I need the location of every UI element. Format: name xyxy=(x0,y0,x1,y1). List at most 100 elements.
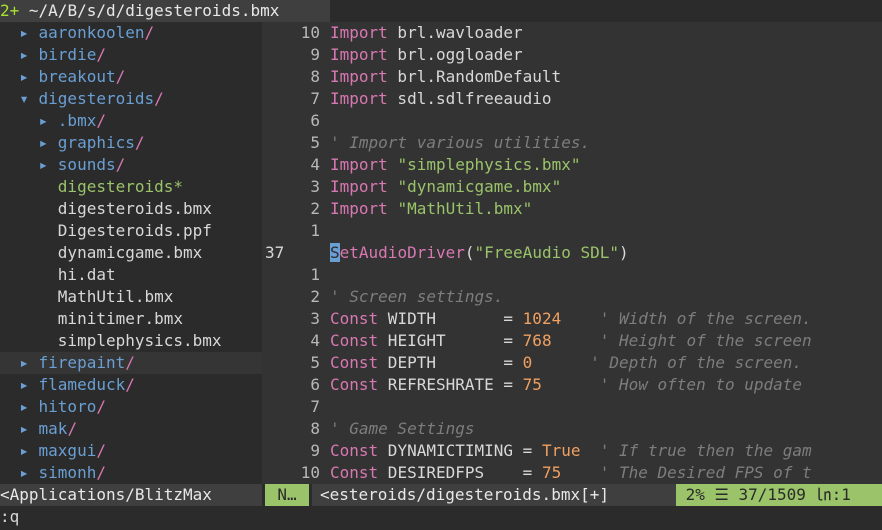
tree-item-name: dynamicgame.bmx xyxy=(57,243,203,262)
expanded-arrow-icon[interactable]: ▾ xyxy=(19,89,38,108)
code-token: 75 xyxy=(541,463,562,482)
mode-indicator: N… xyxy=(265,484,309,506)
tree-file-item[interactable]: simplephysics.bmx xyxy=(0,330,262,352)
code-line[interactable]: 6 Const REFRESHRATE = 75 ' How often to u… xyxy=(262,374,882,396)
code-line[interactable]: 7 xyxy=(262,396,882,418)
line-number: 10 xyxy=(300,463,320,482)
status-filename: <esteroids/digesteroids.bmx[+] xyxy=(312,484,680,506)
line-number: 9 xyxy=(310,45,320,64)
code-line[interactable]: 37 SetAudioDriver("FreeAudio SDL") xyxy=(262,242,882,264)
collapsed-arrow-icon[interactable]: ▸ xyxy=(19,45,38,64)
file-tree[interactable]: ▸ aaronkoolen/ ▸ birdie/ ▸ breakout/ ▾ d… xyxy=(0,22,262,484)
collapsed-arrow-icon[interactable]: ▸ xyxy=(19,23,38,42)
code-line[interactable]: 8 ' Game Settings xyxy=(262,418,882,440)
code-line[interactable]: 1 xyxy=(262,264,882,286)
tab-number: 2+ xyxy=(0,1,20,20)
collapsed-arrow-icon[interactable]: ▸ xyxy=(19,441,38,460)
code-line[interactable]: 4 Import "simplephysics.bmx" xyxy=(262,154,882,176)
code-token: ( xyxy=(464,243,475,262)
tree-dir-item[interactable]: ▸ sounds/ xyxy=(0,154,262,176)
code-line[interactable]: 9 Const DYNAMICTIMING = True ' If true th… xyxy=(262,440,882,462)
code-token: brl.RandomDefault xyxy=(387,67,562,86)
code-line[interactable]: 5 ' Import various utilities. xyxy=(262,132,882,154)
code-line[interactable]: 3 Import "dynamicgame.bmx" xyxy=(262,176,882,198)
dir-slash: / xyxy=(125,353,135,372)
code-token: DEPTH = xyxy=(378,353,523,372)
tree-dir-item[interactable]: ▸ maxgui/ xyxy=(0,440,262,462)
tree-dir-item[interactable]: ▸ mak/ xyxy=(0,418,262,440)
code-line[interactable]: 10 Import brl.wavloader xyxy=(262,22,882,44)
tree-dir-item[interactable]: ▸ simonh/ xyxy=(0,462,262,484)
tree-dir-item[interactable]: ▸ hitoro/ xyxy=(0,396,262,418)
tree-file-item[interactable]: Digesteroids.ppf xyxy=(0,220,262,242)
tree-dir-item[interactable]: ▸ breakout/ xyxy=(0,66,262,88)
code-line[interactable]: 1 xyxy=(262,220,882,242)
line-number: 10 xyxy=(300,23,320,42)
code-line[interactable]: 9 Import brl.oggloader xyxy=(262,44,882,66)
collapsed-arrow-icon[interactable]: ▸ xyxy=(19,419,38,438)
code-line[interactable]: 6 xyxy=(262,110,882,132)
code-line[interactable]: 7 Import sdl.sdlfreeaudio xyxy=(262,88,882,110)
tree-dir-item[interactable]: ▸ .bmx/ xyxy=(0,110,262,132)
tree-file-item[interactable]: MathUtil.bmx xyxy=(0,286,262,308)
line-number: 6 xyxy=(310,111,320,130)
collapsed-arrow-icon[interactable]: ▸ xyxy=(19,375,38,394)
collapsed-arrow-icon[interactable]: ▸ xyxy=(39,155,58,174)
collapsed-arrow-icon[interactable]: ▸ xyxy=(39,133,58,152)
collapsed-arrow-icon[interactable]: ▸ xyxy=(39,111,58,130)
tree-item-name: .bmx xyxy=(57,111,97,130)
dir-slash: / xyxy=(115,155,126,174)
dir-slash: / xyxy=(125,375,135,394)
code-line[interactable]: 2 Import "MathUtil.bmx" xyxy=(262,198,882,220)
tree-item-name: simonh xyxy=(38,463,97,482)
line-number: 1 xyxy=(310,221,320,240)
tree-file-item[interactable]: hi.dat xyxy=(0,264,262,286)
code-token: ' Screen settings. xyxy=(330,287,504,306)
code-line[interactable]: 8 Import brl.RandomDefault xyxy=(262,66,882,88)
tree-item-name: digesteroids xyxy=(38,89,155,108)
code-token: ' The Desired FPS of t xyxy=(599,463,812,482)
dir-slash: / xyxy=(96,397,106,416)
tree-file-item[interactable]: dynamicgame.bmx xyxy=(0,242,262,264)
tree-dir-item[interactable]: ▸ graphics/ xyxy=(0,132,262,154)
code-line[interactable]: 3 Const WIDTH = 1024 ' Width of the scree… xyxy=(262,308,882,330)
tree-file-item[interactable]: digesteroids* xyxy=(0,176,262,198)
tree-dir-item[interactable]: ▸ firepaint/ xyxy=(0,352,262,374)
collapsed-arrow-icon[interactable]: ▸ xyxy=(19,67,38,86)
tab-active[interactable]: 2+ ~/A/B/s/d/digesteroids.bmx xyxy=(0,0,330,22)
collapsed-arrow-icon[interactable]: ▸ xyxy=(19,463,38,482)
tab-path: ~/A/B/s/d/digesteroids.bmx xyxy=(28,1,280,20)
tree-dir-item[interactable]: ▾ digesteroids/ xyxy=(0,88,262,110)
code-editor[interactable]: 10 Import brl.wavloader 9 Import brl.oggloa… xyxy=(262,22,882,484)
tree-file-item[interactable]: minitimer.bmx xyxy=(0,308,262,330)
tree-file-item[interactable]: digesteroids.bmx xyxy=(0,198,262,220)
code-token: Const xyxy=(330,375,379,394)
code-token: "simplephysics.bmx" xyxy=(397,155,581,174)
tree-dir-item[interactable]: ▸ flameduck/ xyxy=(0,374,262,396)
collapsed-arrow-icon[interactable]: ▸ xyxy=(19,397,38,416)
code-line[interactable]: 10 Const DESIREDFPS = 75 ' The Desired FP… xyxy=(262,462,882,484)
command-line[interactable]: :q xyxy=(0,506,882,530)
tree-item-name: flameduck xyxy=(38,375,126,394)
tree-dir-item[interactable]: ▸ birdie/ xyxy=(0,44,262,66)
code-line[interactable]: 4 Const HEIGHT = 768 ' Height of the scre… xyxy=(262,330,882,352)
collapsed-arrow-icon[interactable]: ▸ xyxy=(19,353,38,372)
code-line[interactable]: 2 ' Screen settings. xyxy=(262,286,882,308)
code-line[interactable]: 5 Const DEPTH = 0 ' Depth of the screen. xyxy=(262,352,882,374)
tree-dir-item[interactable]: ▸ aaronkoolen/ xyxy=(0,22,262,44)
